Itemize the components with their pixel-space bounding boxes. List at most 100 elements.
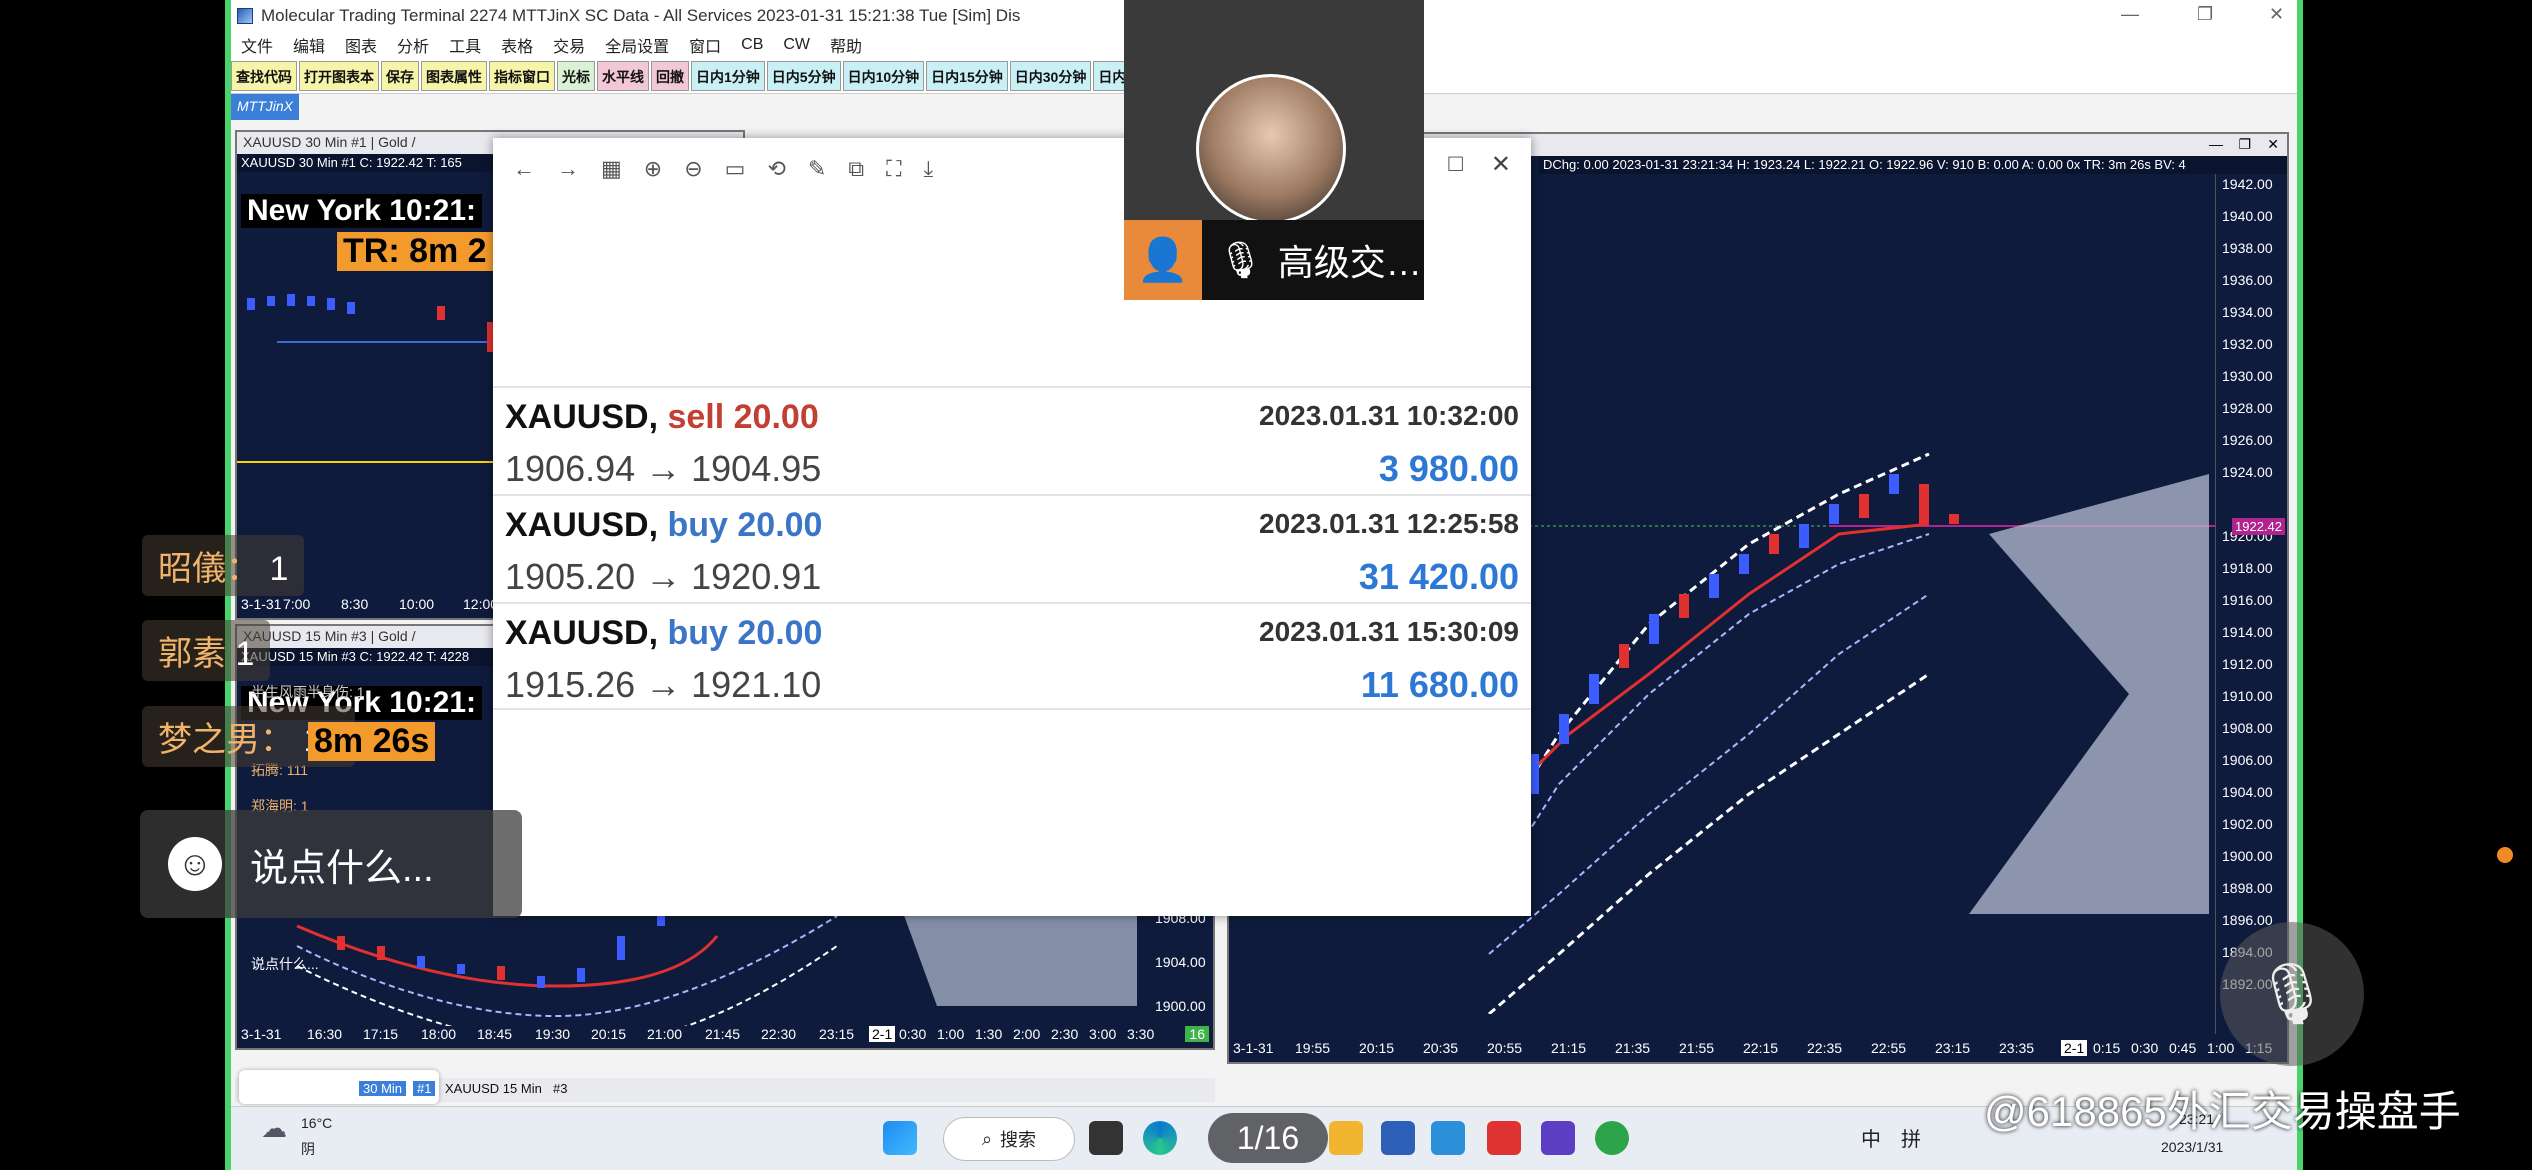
time-label: 18:45 [477,1026,513,1042]
price-label: 1900.00 [1155,998,1206,1014]
trade-side: sell 20.00 [667,398,819,436]
ny-clock: New York 10:21: [241,194,482,228]
price-label: 1940.00 [2222,208,2273,224]
video-caption: 👤 🎙 高级交… [1124,220,1424,300]
chart-settings-button[interactable]: 图表属性 [421,60,487,91]
mute-mic-icon[interactable]: 🎙 [2220,922,2364,1066]
cursor-button[interactable]: 光标 [557,60,595,91]
microphone-icon: 🎙 [1218,239,1264,280]
rotate-icon[interactable]: ⟲ [767,156,785,182]
menu-analysis[interactable]: 分析 [397,33,429,57]
intraday-1min-button[interactable]: 日内1分钟 [691,60,765,91]
live-video-tile[interactable]: 👤 🎙 高级交… [1124,0,1424,300]
price-label: 1926.00 [2222,432,2273,448]
windows-start-icon[interactable] [883,1121,917,1155]
mini-window-controls [239,1070,439,1104]
chat-input-placeholder: 说点什么... [250,847,434,890]
edge-icon[interactable] [1143,1121,1177,1155]
minimize-icon[interactable]: — [2121,4,2139,25]
time-label: 18:00 [421,1026,457,1042]
menu-file[interactable]: 文件 [241,33,273,57]
close-icon[interactable]: ✕ [1491,150,1511,179]
chat-input[interactable]: ☺ 说点什么... [140,810,522,918]
tab-15min-id[interactable]: #3 [553,1081,567,1096]
forward-arrow-icon[interactable]: → [557,156,579,182]
trade-prices: 1906.94 → 1904.95 [505,448,822,489]
restore-icon[interactable]: ❐ [2197,4,2213,25]
back-arrow-icon[interactable]: ← [513,156,535,182]
menu-chart[interactable]: 图表 [345,33,377,57]
fit-icon[interactable]: ▭ [725,156,746,182]
trade-profit: 3 980.00 [1378,448,1519,489]
time-label: 19:55 [1295,1040,1331,1056]
menu-table[interactable]: 表格 [501,33,533,57]
task-view-icon[interactable] [1089,1121,1123,1155]
trade-time: 2023.01.31 12:25:58 [1259,508,1519,539]
trade-time: 2023.01.31 10:32:00 [1259,400,1519,431]
time-label: 20:15 [1359,1040,1395,1056]
ime-mode[interactable]: 中 [1861,1123,1881,1152]
menu-edit[interactable]: 编辑 [293,33,325,57]
time-label: 19:30 [535,1026,571,1042]
trade-symbol-line: XAUUSD, sell 20.00 [505,398,819,437]
network-app-icon[interactable] [1541,1121,1575,1155]
close-icon[interactable]: ✕ [2267,136,2279,153]
streamer-avatar [1196,74,1346,224]
intraday-30min-button[interactable]: 日内30分钟 [1009,60,1092,91]
zoom-out-icon[interactable]: ⊖ [684,156,702,182]
chartbook-tab[interactable]: MTTJinX [231,94,299,120]
price-label: 1914.00 [2222,624,2273,640]
zoom-in-icon[interactable]: ⊕ [644,156,662,182]
trade-symbol-line: XAUUSD, buy 20.00 [505,506,822,545]
grid-icon[interactable]: ▦ [601,156,622,182]
minimize-icon[interactable]: — [2209,136,2223,152]
horizontal-line-button[interactable]: 水平线 [597,60,649,91]
trade-row: XAUUSD, buy 20.00 2023.01.31 15:30:09 19… [493,602,1531,710]
tab-30min[interactable]: 30 Min [359,1081,407,1096]
fullscreen-icon[interactable]: ⛶ [886,156,901,182]
menu-window[interactable]: 窗口 [689,33,721,57]
studies-window-button[interactable]: 指标窗口 [489,60,555,91]
tab-30min-id[interactable]: #1 [413,1081,436,1096]
time-label: 17:15 [363,1026,399,1042]
chat-nick: 梦之男： [158,721,294,759]
time-label: 8:30 [341,596,369,612]
time-label: 16:30 [307,1026,343,1042]
wechat-icon[interactable] [1595,1121,1629,1155]
intraday-10min-button[interactable]: 日内10分钟 [842,60,925,91]
emoji-icon[interactable]: ☺ [168,837,222,891]
find-symbol-button[interactable]: 查找代码 [231,60,297,91]
tab-15min[interactable]: XAUUSD 15 Min [445,1081,542,1096]
restore-icon[interactable]: ❐ [2238,136,2251,153]
menu-help[interactable]: 帮助 [830,33,862,57]
menu-cb[interactable]: CB [741,36,763,54]
menu-trade[interactable]: 交易 [553,33,585,57]
retracement-button[interactable]: 回撤 [651,60,689,91]
open-chartbook-button[interactable]: 打开图表本 [299,60,379,91]
menu-cw[interactable]: CW [783,36,810,54]
copy-icon[interactable]: ⧉ [848,156,864,182]
trade-symbol: XAUUSD, [505,398,659,436]
edit-icon[interactable]: ✎ [808,156,826,182]
time-label: 22:55 [1871,1040,1907,1056]
price-axis: 1942.00 1940.00 1938.00 1936.00 1934.00 1932.… [2215,174,2287,1034]
photos-icon[interactable] [1431,1121,1465,1155]
ime-pinyin[interactable]: 拼 [1901,1123,1921,1152]
intraday-15min-button[interactable]: 日内15分钟 [926,60,1008,91]
save-button[interactable]: 保存 [381,60,419,91]
wps-icon[interactable] [1487,1121,1521,1155]
download-icon[interactable]: ⤓ [923,156,933,182]
page-indicator[interactable]: 1/16 [1208,1113,1328,1163]
time-axis: 3-1-31 16:30 17:15 18:00 18:45 19:30 20:… [237,1026,1213,1048]
maximize-icon[interactable]: □ [1448,150,1463,179]
app-icon-chart[interactable] [1381,1121,1415,1155]
intraday-5min-button[interactable]: 日内5分钟 [766,60,841,91]
menu-tools[interactable]: 工具 [449,33,481,57]
trade-row: XAUUSD, buy 20.00 2023.01.31 12:25:58 19… [493,494,1531,602]
time-label: 7:00 [283,596,311,612]
close-icon[interactable]: ✕ [2269,4,2284,25]
chat-ghost-line: 半生风雨半身伤: 1 [251,684,365,700]
menu-global-settings[interactable]: 全局设置 [605,33,669,57]
taskbar-search[interactable]: ⌕ 搜索 [943,1117,1075,1161]
file-explorer-icon[interactable] [1329,1121,1363,1155]
